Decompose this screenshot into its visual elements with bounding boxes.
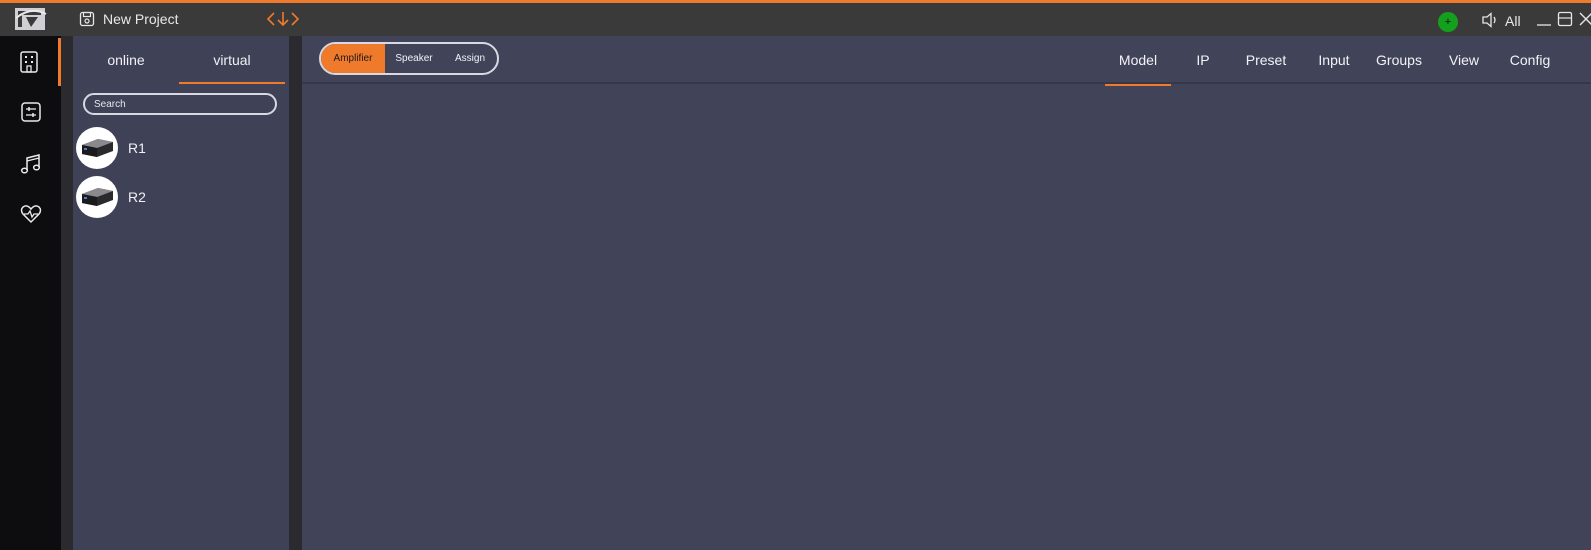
save-icon[interactable] bbox=[79, 11, 95, 27]
tab-ip[interactable]: IP bbox=[1188, 36, 1218, 84]
segment-speaker[interactable]: Speaker bbox=[385, 44, 443, 73]
close-icon[interactable] bbox=[1578, 11, 1591, 27]
mixer-icon bbox=[20, 102, 41, 122]
rail-item-devices[interactable] bbox=[0, 38, 61, 86]
device-source-tabs: online virtual bbox=[73, 36, 289, 84]
tab-groups[interactable]: Groups bbox=[1373, 36, 1425, 84]
minimize-icon[interactable] bbox=[1536, 11, 1552, 27]
connection-status-indicator[interactable]: + bbox=[1438, 12, 1458, 32]
main-workspace: Amplifier Speaker Assign Model IP Preset… bbox=[302, 36, 1591, 550]
project-name: New Project bbox=[103, 11, 179, 27]
status-symbol: + bbox=[1444, 15, 1452, 28]
tab-virtual[interactable]: virtual bbox=[179, 36, 285, 84]
rail-item-mixer[interactable] bbox=[0, 88, 61, 136]
main-header: Amplifier Speaker Assign Model IP Preset… bbox=[302, 36, 1591, 86]
app-logo-icon bbox=[15, 8, 47, 30]
device-type-switch: Amplifier Speaker Assign bbox=[319, 42, 499, 75]
rail-item-monitor[interactable] bbox=[0, 190, 61, 238]
amplifier-icon bbox=[82, 139, 113, 157]
building-icon bbox=[20, 51, 38, 73]
title-bar: New Project + All bbox=[0, 0, 1591, 36]
device-item-r2[interactable]: R2 bbox=[76, 176, 282, 220]
device-item-r1[interactable]: R1 bbox=[76, 127, 282, 171]
tab-model[interactable]: Model bbox=[1105, 36, 1171, 86]
rail-item-music[interactable] bbox=[0, 140, 61, 188]
device-avatar bbox=[76, 127, 118, 169]
search-input[interactable] bbox=[83, 93, 277, 115]
tab-input[interactable]: Input bbox=[1314, 36, 1354, 84]
device-panel: online virtual R1 R2 bbox=[73, 36, 289, 550]
device-avatar bbox=[76, 176, 118, 218]
segment-amplifier[interactable]: Amplifier bbox=[321, 44, 385, 73]
amplifier-icon bbox=[82, 188, 113, 206]
tab-preset[interactable]: Preset bbox=[1242, 36, 1290, 84]
tab-view[interactable]: View bbox=[1444, 36, 1484, 84]
navigate-arrows-icon[interactable] bbox=[266, 10, 300, 28]
device-label: R1 bbox=[128, 140, 146, 156]
volume-scope-label[interactable]: All bbox=[1505, 13, 1521, 29]
device-label: R2 bbox=[128, 189, 146, 205]
segment-assign[interactable]: Assign bbox=[443, 44, 497, 73]
tab-config[interactable]: Config bbox=[1505, 36, 1555, 84]
navigation-rail bbox=[0, 36, 61, 550]
music-note-icon bbox=[20, 154, 40, 174]
heart-pulse-icon bbox=[20, 205, 41, 224]
tab-online[interactable]: online bbox=[73, 36, 179, 84]
maximize-icon[interactable] bbox=[1557, 11, 1573, 27]
volume-icon[interactable] bbox=[1481, 12, 1499, 28]
